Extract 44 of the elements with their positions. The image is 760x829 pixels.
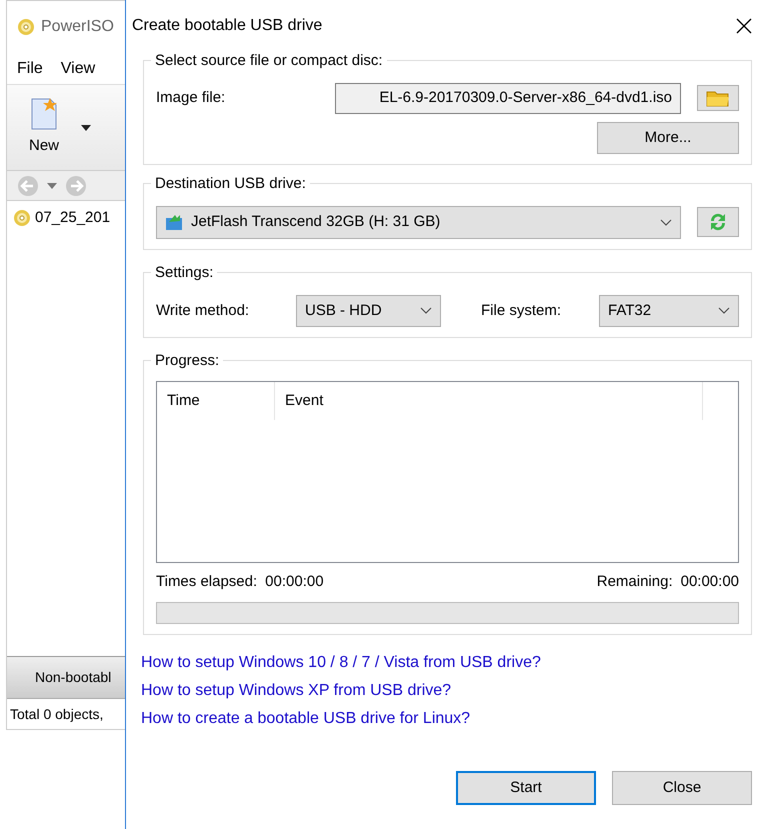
more-button[interactable]: More... [597, 122, 739, 154]
chevron-icon [718, 307, 730, 314]
refresh-button[interactable] [697, 207, 739, 238]
usb-drive-dropdown[interactable]: JetFlash Transcend 32GB (H: 31 GB) [156, 206, 681, 238]
start-button[interactable]: Start [456, 770, 596, 805]
browse-button[interactable] [697, 85, 739, 112]
dropdown-value: FAT32 [608, 300, 652, 320]
close-button[interactable]: Close [612, 770, 752, 805]
status-text: Total 0 objects, [9, 704, 104, 724]
dropdown[interactable]: USB - HDD [296, 294, 441, 327]
column-header[interactable]: Event [275, 382, 703, 420]
close-icon[interactable] [736, 18, 752, 34]
disc-icon [13, 209, 31, 228]
chevron-icon [660, 218, 672, 226]
usb-drive-icon [165, 213, 183, 232]
remaining-time: 00:00:00 [680, 572, 739, 592]
boot-status-button[interactable]: Non-bootabl [7, 657, 125, 699]
forward-icon[interactable] [65, 174, 87, 196]
elapsed-time: 00:00:00 [265, 572, 324, 592]
new-button[interactable]: New [29, 97, 60, 158]
dropdown-value: JetFlash Transcend 32GB (H: 31 GB) [191, 212, 440, 232]
field-label: Write method: [156, 300, 250, 320]
remaining-label: Remaining: [596, 572, 673, 592]
column-header[interactable]: Time [157, 382, 275, 420]
new-document-icon [30, 97, 58, 132]
help-link[interactable]: How to create a bootable USB drive for Linux? [141, 706, 470, 730]
image-file-field[interactable]: EL-6.9-20170309.0-Server-x86_64-dvd1.iso [335, 83, 681, 114]
back-icon[interactable] [17, 174, 39, 196]
folder-icon [706, 89, 730, 108]
disc-icon [17, 18, 35, 36]
help-link[interactable]: How to setup Windows XP from USB drive? [141, 678, 452, 702]
dropdown-value: USB - HDD [305, 300, 382, 320]
dialog-title: Create bootable USB drive [132, 16, 322, 36]
elapsed-label: Times elapsed: [156, 572, 258, 592]
dropdown[interactable]: FAT32 [599, 294, 739, 327]
app-title: PowerISO [41, 17, 114, 37]
file-name[interactable]: 07_25_201 [35, 207, 110, 230]
field-label: File system: [481, 300, 562, 320]
field-label: Image file: [156, 88, 226, 108]
help-link[interactable]: How to setup Windows 10 / 8 / 7 / Vista from USB drive? [141, 650, 541, 674]
menu-item[interactable]: View [60, 56, 96, 80]
chevron-icon [420, 307, 432, 314]
menu-item[interactable]: File [17, 56, 43, 80]
caret-icon[interactable] [81, 124, 92, 130]
